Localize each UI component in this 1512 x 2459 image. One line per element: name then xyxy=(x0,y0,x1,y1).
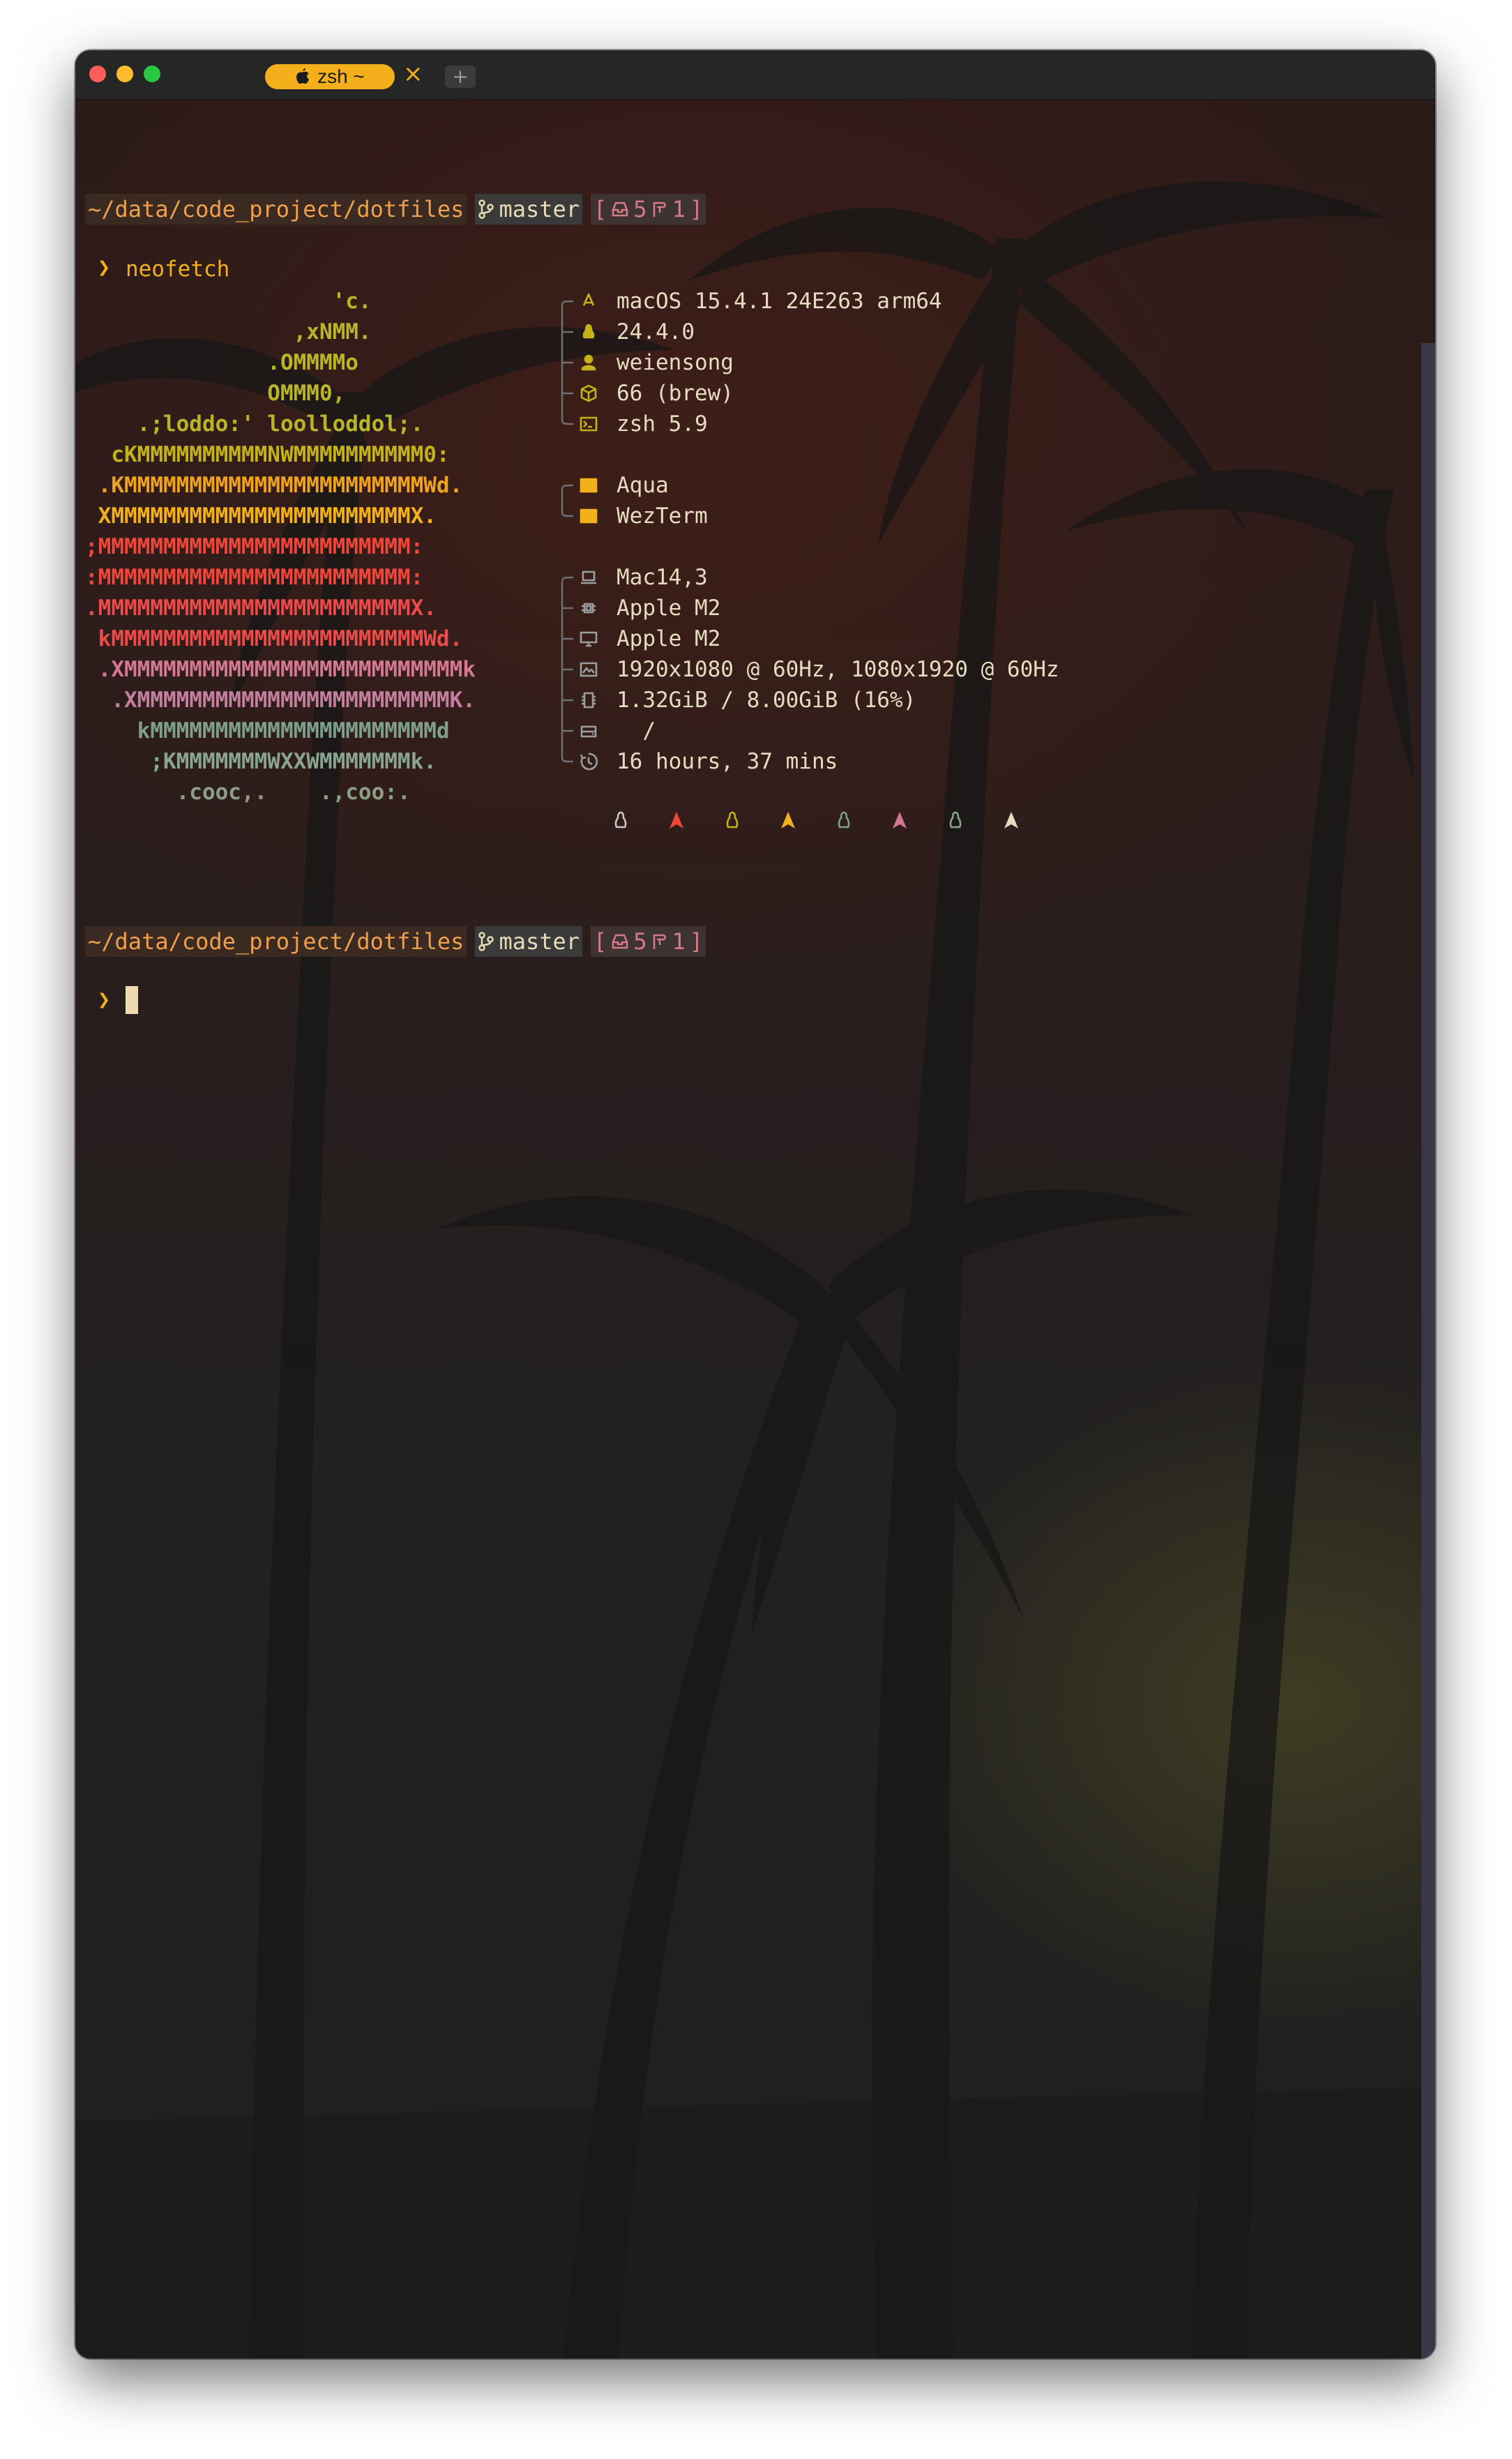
text-cursor xyxy=(126,986,138,1014)
apple-logo-icon xyxy=(582,293,595,306)
memory-icon xyxy=(582,692,596,709)
ascii-logo-line: OMMM0, xyxy=(85,381,346,406)
ascii-logo-line: .OMMMMo xyxy=(85,350,358,375)
window-icon xyxy=(580,478,598,493)
disk-icon xyxy=(580,725,597,738)
terminal-window: zsh ~ × + ~/data/code_project/dotfiles m… xyxy=(75,50,1435,2359)
title-bar: zsh ~ × + xyxy=(75,50,1435,100)
ascii-logo-line: .cooc,. .,coo:. xyxy=(85,780,411,805)
stash-count-2: 5 xyxy=(633,928,647,955)
ascii-logo-line: kMMMMMMMMMMMMMMMMMMMMMMd xyxy=(85,718,450,743)
prompt-bar-2: ~/data/code_project/dotfiles master [ 5 … xyxy=(85,926,706,957)
info-value: 66 (brew) xyxy=(617,381,734,406)
info-value: 1920x1080 @ 60Hz, 1080x1920 @ 60Hz xyxy=(617,657,1059,682)
ascii-logo-line: cKMMMMMMMMMMNWMMMMMMMMMM0: xyxy=(85,442,450,467)
info-value: Aqua xyxy=(617,473,669,498)
minimize-window-button[interactable] xyxy=(116,66,133,82)
arch-icon xyxy=(781,812,795,829)
info-value: Apple M2 xyxy=(617,626,721,651)
git-status-segment: [ 5 1 ] xyxy=(591,194,706,225)
info-value: 24.4.0 xyxy=(617,319,695,345)
ahead-count-2: 1 xyxy=(672,928,686,955)
close-window-button[interactable] xyxy=(89,66,106,82)
apple-logo-icon xyxy=(296,68,310,84)
info-value: WezTerm xyxy=(617,504,708,529)
git-status-segment-2: [ 5 1 ] xyxy=(591,926,706,957)
monitor-icon xyxy=(580,631,598,647)
info-value: Apple M2 xyxy=(617,596,721,621)
info-value: macOS 15.4.1 24E263 arm64 xyxy=(617,289,942,314)
terminal-content[interactable]: ~/data/code_project/dotfiles master [ 5 … xyxy=(75,99,1435,2359)
uptime-icon xyxy=(580,752,598,771)
info-value: weiensong xyxy=(617,350,734,375)
prompt-char-2: ❯ xyxy=(98,988,111,1012)
tab-zsh[interactable]: zsh ~ xyxy=(265,64,395,89)
tux-icon xyxy=(726,811,739,829)
ascii-logo-line: ;MMMMMMMMMMMMMMMMMMMMMMMM: xyxy=(85,534,424,559)
ascii-logo-line: ;KMMMMMMMWXXWMMMMMMMk. xyxy=(85,749,437,774)
arch-icon xyxy=(670,812,683,829)
tab-title: zsh ~ xyxy=(317,66,365,87)
ascii-logo-line: kMMMMMMMMMMMMMMMMMMMMMMMMWd. xyxy=(85,626,463,651)
git-branch-name: master xyxy=(499,196,580,222)
display-icon xyxy=(580,662,598,677)
stash-count: 5 xyxy=(633,196,647,222)
ascii-logo-line: ,xNMM. xyxy=(85,319,372,345)
arch-icon xyxy=(1004,812,1018,829)
git-branch-name-2: master xyxy=(499,928,580,955)
info-value: Mac14,3 xyxy=(617,565,708,590)
ascii-logo-line: XMMMMMMMMMMMMMMMMMMMMMMMX. xyxy=(85,504,437,529)
laptop-icon xyxy=(581,570,596,584)
terminal-icon xyxy=(580,416,598,432)
arch-icon xyxy=(893,812,907,829)
ascii-logo-line: .MMMMMMMMMMMMMMMMMMMMMMMMX. xyxy=(85,596,437,621)
info-value: / xyxy=(617,718,656,743)
cpu-icon xyxy=(582,603,596,614)
color-blocks xyxy=(612,805,1045,835)
git-branch-icon xyxy=(478,932,494,951)
zoom-window-button[interactable] xyxy=(144,66,160,82)
new-tab-button[interactable]: + xyxy=(445,66,476,88)
prompt-path: ~/data/code_project/dotfiles xyxy=(85,194,467,225)
tree-connector xyxy=(561,484,574,517)
user-icon xyxy=(581,354,596,371)
tux-icon xyxy=(614,811,627,829)
git-branch-icon xyxy=(478,199,494,219)
ascii-logo-line: .KMMMMMMMMMMMMMMMMMMMMMMMWd. xyxy=(85,473,463,498)
ascii-logo-line: .;loddo:' loolloddol;. xyxy=(85,411,424,437)
ascii-logo-line: .XMMMMMMMMMMMMMMMMMMMMMMMMK. xyxy=(85,688,476,713)
info-value: 1.32GiB / 8.00GiB (16%) xyxy=(617,688,916,713)
stash-icon xyxy=(612,934,629,949)
close-tab-icon[interactable]: × xyxy=(403,60,423,88)
ahead-icon xyxy=(653,202,666,217)
tux-icon xyxy=(949,811,962,829)
stash-icon xyxy=(612,202,629,217)
tux-icon xyxy=(838,811,850,829)
git-branch-segment-2: master xyxy=(475,926,583,957)
ahead-count: 1 xyxy=(672,196,686,222)
command-text: neofetch xyxy=(126,257,230,282)
neofetch-info: macOS 15.4.1 24E263 arm64 24.4.0 weiensong… xyxy=(558,286,1255,774)
info-value: zsh 5.9 xyxy=(617,411,708,437)
prompt-path-2: ~/data/code_project/dotfiles xyxy=(85,926,467,957)
ascii-logo-line: .XMMMMMMMMMMMMMMMMMMMMMMMMMMk xyxy=(85,657,476,682)
prompt-bar: ~/data/code_project/dotfiles master [ 5 … xyxy=(85,194,706,225)
ascii-logo-line: :MMMMMMMMMMMMMMMMMMMMMMMM: xyxy=(85,565,424,590)
info-value: 16 hours, 37 mins xyxy=(617,749,838,774)
package-icon xyxy=(580,384,597,402)
terminal-app-icon xyxy=(580,508,598,524)
git-branch-segment: master xyxy=(475,194,583,225)
ascii-logo-line: 'c. xyxy=(85,289,372,314)
prompt-char: ❯ xyxy=(98,255,111,280)
ahead-icon xyxy=(653,934,666,949)
tux-icon xyxy=(582,324,595,339)
